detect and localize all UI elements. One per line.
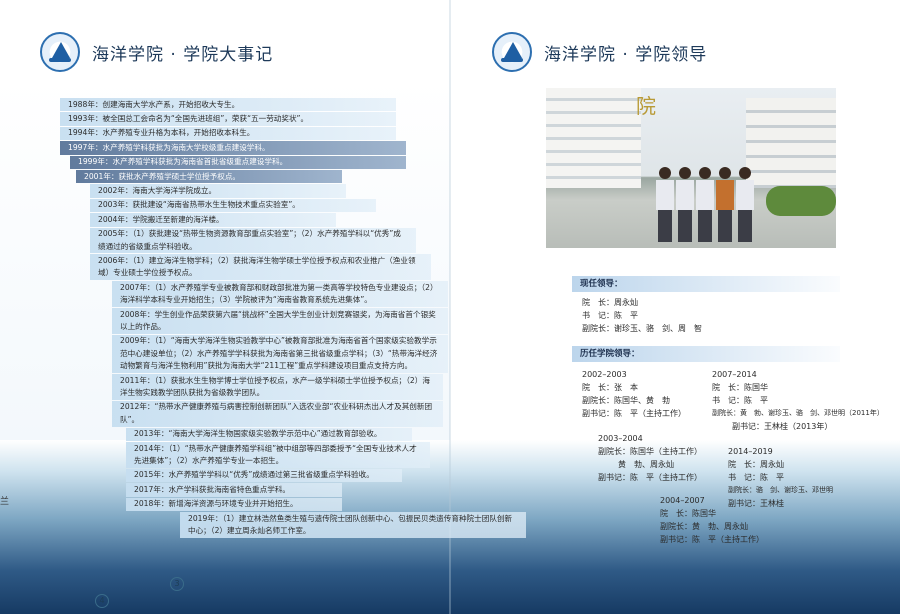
leader-line: 黄 勃、周永灿: [618, 460, 674, 469]
leader-line: 副院长：黄 勃、周永灿: [660, 522, 748, 531]
timeline-entry: 2007年：（1）水产养殖学专业被教育部和财政部批准为第一类高等学校特色专业建设…: [112, 281, 448, 308]
person: [656, 167, 674, 242]
stray-character: 兰: [0, 497, 10, 507]
timeline-entry: 2012年：“热带水产健康养殖与病害控制创新团队”入选农业部“农业科研杰出人才及…: [112, 400, 443, 427]
history-period: 2003–2004: [598, 434, 643, 443]
timeline-entry: 2001年：获批水产养殖学硕士学位授予权点。: [76, 170, 342, 184]
person: [696, 167, 714, 242]
person: [736, 167, 754, 242]
building-sign: 院: [636, 94, 656, 118]
page-title: 海洋学院 · 学院领导: [544, 44, 708, 65]
page-number-left: 4: [95, 594, 109, 608]
leader-line: 院 长：张 本: [582, 383, 638, 392]
leader-line: 副书记：王林桂（2013年）: [732, 422, 833, 431]
timeline: 1988年：创建海南大学水产系，开始招收大专生。 1993年：被全国总工会命名为…: [60, 98, 526, 539]
right-page-header: 海洋学院 · 学院领导: [492, 30, 707, 74]
history-period: 2002–2003: [582, 370, 627, 379]
left-page-header: 海洋学院 · 学院大事记: [40, 30, 273, 74]
timeline-entry: 2011年：（1）获批水生生物学博士学位授予权点，水产一级学科硕士学位授予权点；…: [112, 374, 443, 400]
timeline-entry: 1997年：水产养殖学科获批为海南大学校级重点建设学科。: [60, 141, 406, 155]
history-period: 2007–2014: [712, 370, 757, 379]
timeline-entry: 2009年：（1）“海南大学海洋生物实验教学中心”被教育部批准为海南省首个国家级…: [112, 334, 448, 374]
page-number-right: 3: [170, 577, 184, 591]
page-title: 海洋学院 · 学院大事记: [92, 44, 274, 65]
leader-line: 副院长：黄 勃、谢珍玉、骆 剑、邓世明（2011年）: [712, 409, 884, 417]
timeline-entry: 2005年：（1）获批建设“热带生物资源教育部重点实验室”；（2）水产养殖学科以…: [90, 227, 416, 254]
leader-line: 副书记：陈 平（主持工作）: [660, 535, 764, 544]
timeline-entry: 1994年：水产养殖专业升格为本科，开始招收本科生。: [60, 126, 396, 141]
timeline-entry: 2018年：新增海洋资源与环境专业并开始招生。: [126, 497, 342, 512]
timeline-entry: 2003年：获批建设“海南省热带水生生物技术重点实验室”。: [90, 198, 376, 213]
timeline-entry: 2008年：学生创业作品荣获第六届“挑战杯”全国大学生创业计划竞赛银奖，为海南省…: [112, 308, 448, 334]
timeline-entry: 2004年：学院搬迁至新建的海洋楼。: [90, 213, 336, 227]
leaders-group-photo: 院: [546, 88, 836, 248]
timeline-entry: 2002年：海南大学海洋学院成立。: [90, 184, 346, 198]
timeline-entry: 2017年：水产学科获批海南省特色重点学科。: [126, 483, 342, 497]
history-period: 2014–2019: [728, 447, 773, 456]
timeline-entry: 2019年：（1）建立林浩然鱼类生殖与遗传院士团队创新中心、包振民贝类遗传育种院…: [180, 512, 526, 538]
timeline-entry: 2014年：（1）“热带水产健康养殖学科组”被中组部等四部委授予“全国专业技术人…: [126, 442, 430, 468]
leader-line: 副院长：谢珍玉、骆 剑、周 智: [582, 324, 702, 333]
history-leaders-label: 历任学院领导：: [572, 346, 840, 362]
leader-line: 副院长：骆 剑、谢珍玉、邓世明: [728, 486, 833, 494]
leader-line: 院 长：周永灿: [582, 298, 638, 307]
leader-line: 副书记：陈 平（主持工作）: [598, 473, 702, 482]
leader-line: 副书记：陈 平（主持工作）: [582, 409, 686, 418]
leader-line: 副院长：陈国华（主持工作）: [598, 447, 702, 456]
timeline-entry: 1988年：创建海南大学水产系，开始招收大专生。: [60, 98, 396, 112]
leader-line: 书 记：陈 平: [728, 473, 784, 482]
timeline-entry: 1993年：被全国总工会命名为“全国先进班组”，荣获“五一劳动奖状”。: [60, 112, 396, 126]
history-period: 2004–2007: [660, 496, 705, 505]
leader-line: 书 记：陈 平: [582, 311, 638, 320]
leader-line: 副院长：陈国华、黄 勃: [582, 396, 670, 405]
leader-line: 书 记：陈 平: [712, 396, 768, 405]
current-leaders-label: 现任领导：: [572, 276, 840, 292]
timeline-entry: 1999年：水产养殖学科获批为海南省首批省级重点建设学科。: [70, 155, 406, 170]
timeline-entry: 2013年：“海南大学海洋生物国家级实验教学示范中心”通过教育部验收。: [126, 427, 412, 442]
leader-line: 院 长：陈国华: [712, 383, 768, 392]
timeline-entry: 2006年：（1）建立海洋生物学科；（2）获批海洋生物学硕士学位授予权点和农业推…: [90, 254, 431, 281]
leader-line: 院 长：周永灿: [728, 460, 784, 469]
university-logo-icon: [40, 32, 80, 72]
person: [716, 167, 734, 242]
university-logo-icon: [492, 32, 532, 72]
person: [676, 167, 694, 242]
timeline-entry: 2015年：水产养殖学学科以“优秀”成绩通过第三批省级重点学科验收。: [126, 468, 402, 483]
leader-line: 院 长：陈国华: [660, 509, 716, 518]
leader-line: 副书记：王林桂: [728, 499, 784, 508]
